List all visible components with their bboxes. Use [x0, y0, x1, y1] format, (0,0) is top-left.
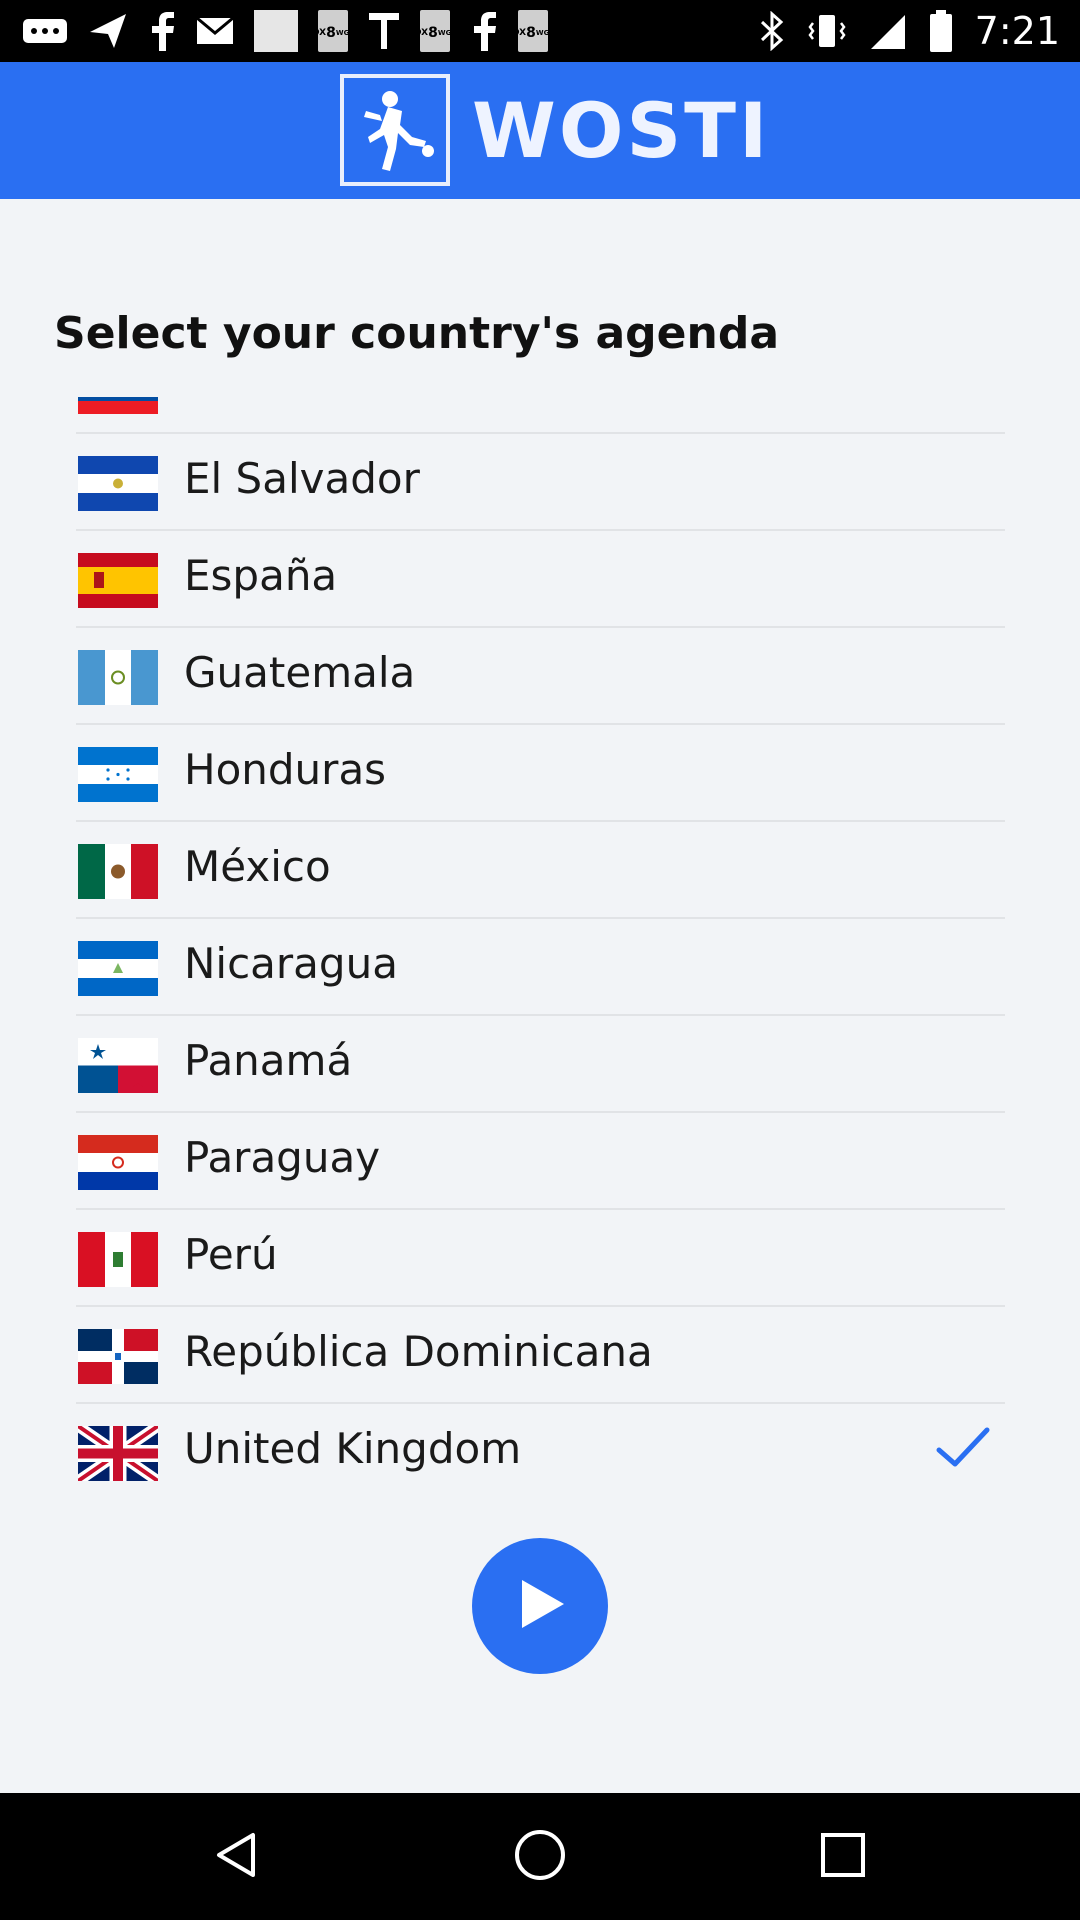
list-item[interactable]: México [0, 822, 1080, 919]
home-button[interactable] [460, 1793, 620, 1920]
recents-icon [819, 1831, 867, 1883]
country-name: España [184, 551, 338, 600]
more-notifications-icon [22, 16, 68, 46]
dominican-republic-flag [78, 1329, 158, 1384]
el-salvador-flag [78, 456, 158, 511]
facebook-icon [148, 11, 176, 51]
country-name: United Kingdom [184, 1424, 522, 1473]
app-logo: WOSTI [340, 74, 770, 186]
list-item[interactable]: República Dominicana [0, 1307, 1080, 1404]
list-item[interactable]: Panamá [0, 1016, 1080, 1113]
paraguay-flag [78, 1135, 158, 1190]
back-icon [211, 1829, 263, 1885]
send-icon [88, 12, 128, 50]
bluetooth-icon [759, 11, 785, 51]
mexico-flag [78, 844, 158, 899]
vibrate-icon [807, 11, 847, 51]
image-icon [254, 10, 298, 52]
list-item-selected[interactable]: United Kingdom [0, 1404, 1080, 1492]
gmail-icon [196, 16, 234, 46]
clock: 7:21 [974, 9, 1060, 53]
list-item[interactable]: Nicaragua [0, 919, 1080, 1016]
notification-icons: FOX 8 WGHP FOX 8 WGHP FOX 8 WGHP [22, 8, 560, 54]
system-icons: 7:21 [759, 8, 1060, 54]
list-item[interactable]: Guatemala [0, 628, 1080, 725]
status-bar: FOX 8 WGHP FOX 8 WGHP FOX 8 WGHP 7:21 [0, 0, 1080, 62]
fox8-icon: FOX 8 WGHP [408, 10, 462, 52]
ecuador-flag [78, 397, 158, 414]
list-item[interactable]: España [0, 531, 1080, 628]
fox8-icon: FOX 8 WGHP [506, 10, 560, 52]
united-kingdom-flag [78, 1426, 158, 1481]
page-title: Select your country's agenda [54, 308, 780, 359]
navigation-bar [0, 1793, 1080, 1920]
list-item[interactable]: Honduras [0, 725, 1080, 822]
list-item[interactable]: Paraguay [0, 1113, 1080, 1210]
panama-flag [78, 1038, 158, 1093]
spain-flag [78, 553, 158, 608]
battery-icon [929, 10, 953, 52]
checkmark-icon [935, 1426, 991, 1474]
country-name: Ecuador [184, 397, 356, 406]
country-name: Paraguay [184, 1133, 381, 1182]
play-icon [510, 1574, 570, 1638]
peru-flag [78, 1232, 158, 1287]
soccer-player-icon [340, 74, 450, 186]
recents-button[interactable] [763, 1793, 923, 1920]
app-name: WOSTI [472, 85, 771, 175]
country-name: Guatemala [184, 648, 416, 697]
country-name: Nicaragua [184, 939, 398, 988]
back-button[interactable] [157, 1793, 317, 1920]
play-button[interactable] [472, 1538, 608, 1674]
facebook-icon [470, 11, 498, 51]
country-name: República Dominicana [184, 1327, 653, 1376]
text-icon [368, 11, 400, 51]
list-item[interactable]: El Salvador [0, 434, 1080, 531]
country-name: México [184, 842, 331, 891]
country-name: Honduras [184, 745, 387, 794]
nicaragua-flag [78, 941, 158, 996]
country-name: Panamá [184, 1036, 353, 1085]
fox8-icon: FOX 8 WGHP [306, 10, 360, 52]
list-item[interactable]: Ecuador [0, 397, 1080, 434]
signal-icon [869, 11, 907, 51]
country-name: El Salvador [184, 454, 420, 503]
guatemala-flag [78, 650, 158, 705]
country-list[interactable]: Ecuador El Salvador España [0, 397, 1080, 1492]
country-name: Perú [184, 1230, 278, 1279]
app-header: WOSTI [0, 62, 1080, 199]
list-item[interactable]: Perú [0, 1210, 1080, 1307]
screen: FOX 8 WGHP FOX 8 WGHP FOX 8 WGHP 7:21 WO… [0, 0, 1080, 1920]
home-icon [513, 1828, 567, 1886]
honduras-flag [78, 747, 158, 802]
